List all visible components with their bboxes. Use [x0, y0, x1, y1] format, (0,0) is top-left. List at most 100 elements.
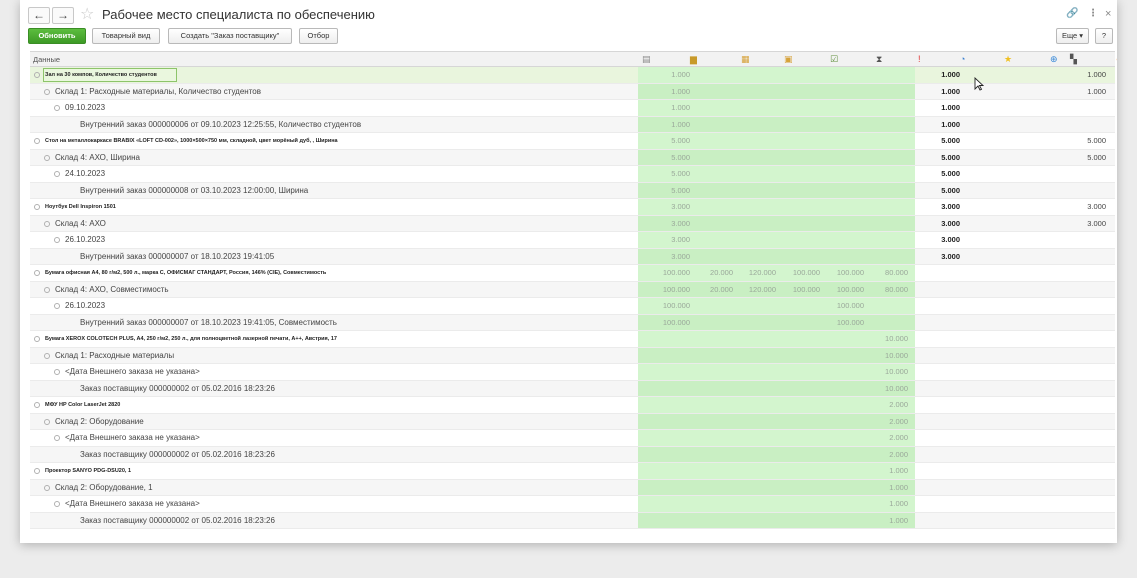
create-supplier-order-button[interactable]: Создать "Заказ поставщику"	[168, 28, 292, 44]
collapse-toggle-icon[interactable]	[34, 336, 40, 342]
checklist-icon[interactable]: ☑	[830, 54, 838, 64]
collapse-toggle-icon[interactable]	[34, 138, 40, 144]
qty-cell: 5.000	[671, 169, 690, 178]
collapse-toggle-icon[interactable]	[34, 270, 40, 276]
qty-cell: 3.000	[671, 251, 690, 261]
close-icon[interactable]: ×	[1105, 8, 1111, 20]
collapse-toggle-icon[interactable]	[54, 501, 60, 507]
table-row[interactable]: Склад 2: Оборудование, 1 1.000	[30, 479, 1115, 496]
table-row[interactable]: Заказ поставщику 000000002 от 05.02.2016…	[30, 380, 1115, 397]
collapse-toggle-icon[interactable]	[44, 286, 50, 293]
row-label: <Дата Внешнего заказа не указана>	[65, 433, 200, 442]
table-row[interactable]: Бумага XEROX COLOTECH PLUS, A4, 250 г/м2…	[30, 331, 1115, 348]
collapse-toggle-icon[interactable]	[44, 418, 50, 425]
row-label: Бумага офисная A4, 80 г/м2, 500 л., марк…	[45, 270, 327, 276]
collapse-toggle-icon[interactable]	[54, 369, 60, 375]
collapse-toggle-icon[interactable]	[44, 484, 50, 491]
table-row[interactable]: 24.10.2023 5.000 5.000	[30, 166, 1115, 183]
table-row[interactable]: <Дата Внешнего заказа не указана> 2.000	[30, 430, 1115, 447]
table-row[interactable]: Склад 4: АХО, Совместимость 100.000 20.000…	[30, 281, 1115, 298]
more-menu-icon[interactable]: ⋮	[1088, 8, 1098, 19]
table-row[interactable]: Стол на металлокаркасе BRABIX «LOFT CD-0…	[30, 133, 1115, 150]
orange-circle-icon[interactable]: ●	[1116, 54, 1117, 64]
table-row[interactable]: Ноутбук Dell Inspiron 1501 3.000 3.000 3.00…	[30, 199, 1115, 216]
collapse-toggle-icon[interactable]	[34, 402, 40, 408]
row-label: Склад 4: АХО, Ширина	[55, 152, 140, 162]
qty-cell: 5.000	[941, 136, 960, 145]
collapse-toggle-icon[interactable]	[54, 237, 60, 243]
table-row[interactable]: Склад 2: Оборудование 2.000	[30, 413, 1115, 430]
collapse-toggle-icon[interactable]	[54, 435, 60, 441]
table-row[interactable]: 26.10.2023 100.000 100.000	[30, 298, 1115, 315]
collapse-toggle-icon[interactable]	[54, 105, 60, 111]
box-icon[interactable]: ▦	[741, 54, 750, 64]
collapse-toggle-icon[interactable]	[44, 154, 50, 161]
table-row[interactable]: Бумага офисная A4, 80 г/м2, 500 л., марк…	[30, 265, 1115, 282]
more-button[interactable]: Еще ▾	[1056, 28, 1089, 44]
boxes-icon[interactable]: ▣	[784, 54, 793, 64]
qty-cell: 1.000	[671, 70, 690, 79]
row-label: 09.10.2023	[65, 103, 106, 112]
row-label: Заказ поставщику 000000002 от 05.02.2016…	[80, 449, 275, 459]
collapse-toggle-icon[interactable]	[34, 468, 40, 474]
filter-button[interactable]: Отбор	[299, 28, 338, 44]
table-row[interactable]: Склад 4: АХО, Ширина 5.000 5.000 5.000	[30, 149, 1115, 166]
table-row[interactable]: 09.10.2023 1.000 1.000	[30, 100, 1115, 117]
qty-cell: 10.000	[885, 367, 908, 376]
qty-cell: 120.000	[748, 268, 776, 277]
table-row[interactable]: Заказ поставщику 000000002 от 05.02.2016…	[30, 446, 1115, 463]
pie-chart-icon[interactable]: ◔	[960, 54, 965, 64]
qty-cell: 3.000	[941, 202, 960, 211]
order-qty-cell: 1.000	[1087, 70, 1106, 79]
row-label: Склад 1: Расходные материалы	[55, 350, 175, 360]
collapse-toggle-icon[interactable]	[44, 88, 50, 95]
forward-button[interactable]: →	[52, 7, 74, 24]
table-row[interactable]: Склад 4: АХО 3.000 3.000 3.000	[30, 215, 1115, 232]
table-row[interactable]: Склад 1: Расходные материалы, Количество…	[30, 83, 1115, 100]
highlight-column-a	[638, 347, 691, 363]
table-row[interactable]: Внутренний заказ 000000008 от 03.10.2023…	[30, 182, 1115, 199]
table-row[interactable]: МФУ HP Color LaserJet 2820 2.000	[30, 397, 1115, 414]
table-row[interactable]: Заказ поставщику 000000002 от 05.02.2016…	[30, 512, 1115, 529]
qty-cell: 5.000	[671, 136, 690, 145]
table-row[interactable]: Склад 1: Расходные материалы 10.000	[30, 347, 1115, 364]
table-row[interactable]: Внутренний заказ 000000006 от 09.10.2023…	[30, 116, 1115, 133]
table-row[interactable]: Внутренний заказ 000000007 от 18.10.2023…	[30, 248, 1115, 265]
hourglass-icon[interactable]: ⧗	[876, 54, 882, 64]
collapse-toggle-icon[interactable]	[54, 171, 60, 177]
table-row[interactable]: <Дата Внешнего заказа не указана> 10.000	[30, 364, 1115, 381]
table-row[interactable]: Внутренний заказ 000000007 от 18.10.2023…	[30, 314, 1115, 331]
help-button[interactable]: ?	[1095, 28, 1113, 44]
collapse-toggle-icon[interactable]	[34, 72, 40, 78]
table-row[interactable]: <Дата Внешнего заказа не указана> 1.000	[30, 496, 1115, 513]
qty-cell: 1.000	[889, 515, 908, 525]
table-row[interactable]: 26.10.2023 3.000 3.000	[30, 232, 1115, 249]
highlight-column-b	[691, 133, 915, 149]
favorite-star-icon[interactable]: ☆	[80, 4, 94, 24]
collapse-toggle-icon[interactable]	[44, 352, 50, 359]
truck-loaded-icon[interactable]: ▆	[690, 54, 697, 64]
row-label: Склад 4: АХО, Совместимость	[55, 284, 169, 294]
refresh-button[interactable]: Обновить	[28, 28, 86, 44]
collapse-toggle-icon[interactable]	[34, 204, 40, 210]
highlight-column-a	[638, 331, 691, 347]
collapse-toggle-icon[interactable]	[54, 303, 60, 309]
table-row[interactable]: Проектор SANYO PDG-DSU20, 1 1.000	[30, 463, 1115, 480]
plus-circle-icon[interactable]: ⊕	[1050, 54, 1058, 64]
data-column-header[interactable]: Данные	[33, 55, 60, 64]
collapse-toggle-icon[interactable]	[44, 220, 50, 227]
forklift-icon[interactable]: ▚	[1070, 54, 1077, 64]
highlight-column-a	[638, 496, 691, 512]
document-icon[interactable]: ▤	[642, 54, 651, 64]
row-label: Заказ поставщику 000000002 от 05.02.2016…	[80, 383, 275, 393]
qty-cell: 120.000	[748, 284, 776, 294]
link-icon[interactable]: 🔗	[1066, 8, 1078, 19]
highlight-column-b	[691, 199, 915, 215]
highlight-column-b	[691, 116, 915, 132]
row-label: Заказ поставщику 000000002 от 05.02.2016…	[80, 515, 275, 525]
back-button[interactable]: ←	[28, 7, 50, 24]
goods-view-button[interactable]: Товарный вид	[92, 28, 160, 44]
star-icon[interactable]: ★	[1004, 54, 1012, 64]
table-row[interactable]: Зал на 30 компов, Количество студентов 1.…	[30, 67, 1115, 84]
exclamation-icon[interactable]: !	[918, 54, 921, 64]
